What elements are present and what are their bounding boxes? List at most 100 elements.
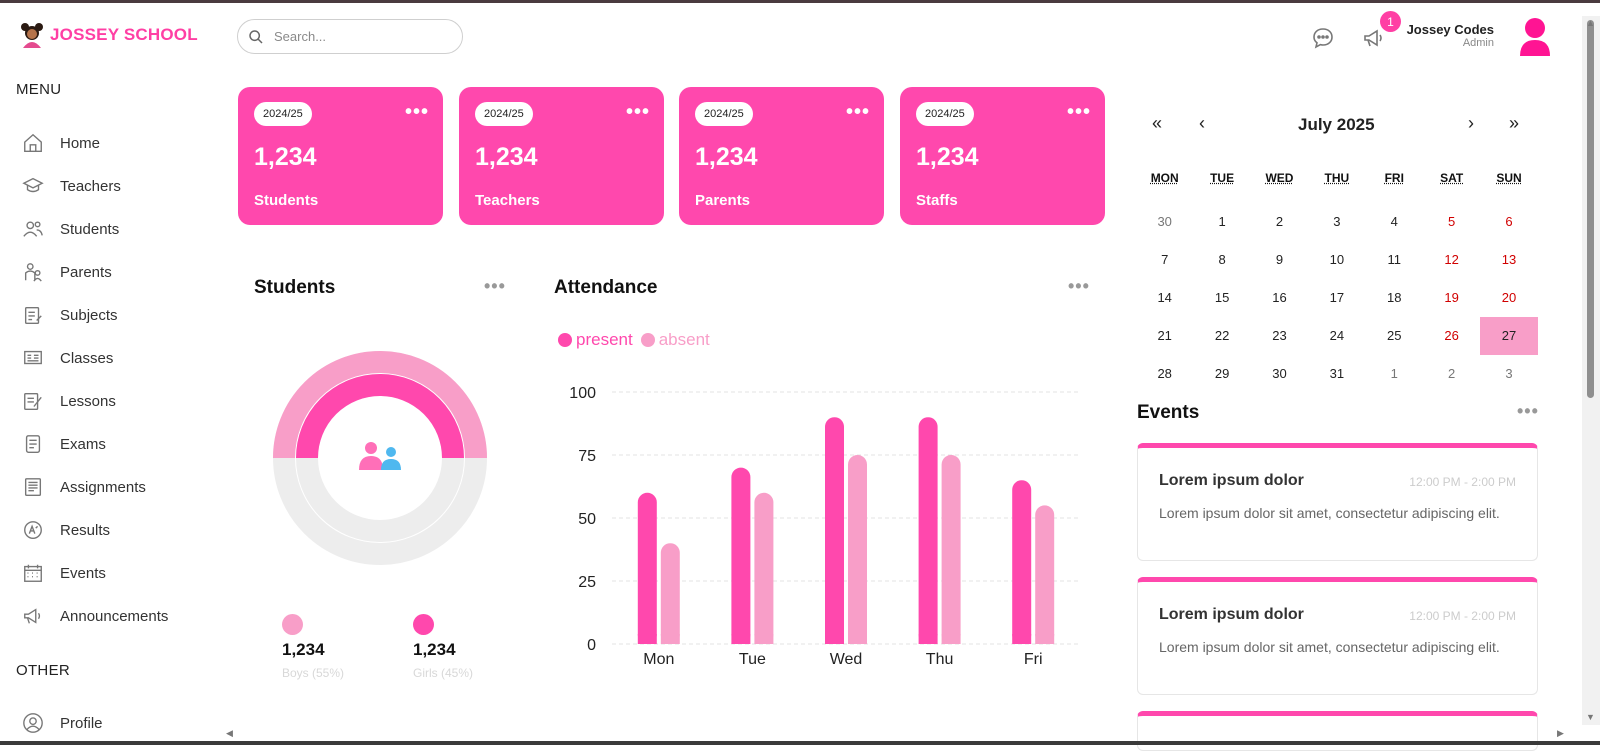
calendar-day[interactable]: 17 xyxy=(1308,279,1365,317)
calendar-day[interactable]: 21 xyxy=(1136,317,1193,355)
calendar-day[interactable]: 2 xyxy=(1251,203,1308,241)
next-month-button[interactable]: › xyxy=(1468,113,1474,134)
bar-absent-fri[interactable] xyxy=(1035,505,1054,644)
more-options-icon[interactable]: ••• xyxy=(405,101,429,124)
bar-present-fri[interactable] xyxy=(1012,480,1031,644)
calendar-day[interactable]: 12 xyxy=(1423,241,1480,279)
announcements-button[interactable] xyxy=(1362,26,1386,55)
scroll-up-arrow-icon[interactable]: ▲ xyxy=(1586,18,1595,28)
calendar-day[interactable]: 20 xyxy=(1480,279,1537,317)
calendar-day[interactable]: 23 xyxy=(1251,317,1308,355)
calendar-day[interactable]: 11 xyxy=(1366,241,1423,279)
calendar-day[interactable]: 1 xyxy=(1366,355,1423,393)
calendar-day[interactable]: 30 xyxy=(1251,355,1308,393)
sidebar-item-label: Students xyxy=(60,221,119,238)
event-title: Lorem ipsum dolor xyxy=(1159,472,1304,490)
calendar-month-label[interactable]: July 2025 xyxy=(1298,115,1375,135)
event-card[interactable]: Lorem ipsum dolor 12:00 PM - 2:00 PM Lor… xyxy=(1137,443,1538,561)
bar-base xyxy=(1012,634,1031,644)
scroll-left-arrow-icon[interactable]: ◀ xyxy=(226,728,233,739)
users-icon xyxy=(22,218,44,240)
calendar-day[interactable]: 15 xyxy=(1193,279,1250,317)
event-time: 12:00 PM - 2:00 PM xyxy=(1409,609,1516,623)
sidebar-item-assignments[interactable]: Assignments xyxy=(22,472,146,502)
calendar-day[interactable]: 28 xyxy=(1136,355,1193,393)
more-options-icon[interactable]: ••• xyxy=(626,101,650,124)
sidebar-item-exams[interactable]: Exams xyxy=(22,429,106,459)
more-options-icon[interactable]: ••• xyxy=(1067,101,1091,124)
calendar-day[interactable]: 10 xyxy=(1308,241,1365,279)
calendar-day[interactable]: 8 xyxy=(1193,241,1250,279)
prev-month-button[interactable]: ‹ xyxy=(1199,113,1205,134)
scroll-right-arrow-icon[interactable]: ▶ xyxy=(1557,728,1564,739)
bar-absent-wed[interactable] xyxy=(848,455,867,644)
boys-label: Boys (55%) xyxy=(282,666,344,680)
calendar-day[interactable]: 4 xyxy=(1366,203,1423,241)
scroll-down-arrow-icon[interactable]: ▼ xyxy=(1586,712,1595,722)
calendar-day[interactable]: 7 xyxy=(1136,241,1193,279)
calendar-icon xyxy=(22,562,44,584)
sidebar-item-parents[interactable]: Parents xyxy=(22,257,112,287)
sidebar-item-classes[interactable]: Classes xyxy=(22,343,113,373)
calendar-day[interactable]: 19 xyxy=(1423,279,1480,317)
sidebar-item-home[interactable]: Home xyxy=(22,128,100,158)
students-panel-title: Students xyxy=(254,277,335,299)
messages-button[interactable] xyxy=(1311,26,1335,55)
calendar-day[interactable]: 13 xyxy=(1480,241,1537,279)
prev-year-button[interactable]: « xyxy=(1152,113,1162,134)
stat-label: Students xyxy=(254,192,318,209)
bar-present-wed[interactable] xyxy=(825,417,844,644)
bar-absent-thu[interactable] xyxy=(942,455,961,644)
next-year-button[interactable]: » xyxy=(1509,113,1519,134)
calendar-day[interactable]: 29 xyxy=(1193,355,1250,393)
bar-base xyxy=(919,634,938,644)
bar-absent-tue[interactable] xyxy=(754,493,773,644)
sidebar-item-profile[interactable]: Profile xyxy=(22,708,103,738)
calendar-day[interactable]: 2 xyxy=(1423,355,1480,393)
calendar-day[interactable]: 18 xyxy=(1366,279,1423,317)
bar-absent-mon[interactable] xyxy=(661,543,680,644)
calendar-day[interactable]: 3 xyxy=(1480,355,1537,393)
bar-present-tue[interactable] xyxy=(731,468,750,644)
sidebar-item-results[interactable]: Results xyxy=(22,515,110,545)
bar-base xyxy=(825,634,844,644)
event-card-partial[interactable] xyxy=(1137,711,1538,751)
more-options-icon[interactable]: ••• xyxy=(1068,276,1090,297)
user-avatar[interactable] xyxy=(1518,16,1552,61)
bar-present-mon[interactable] xyxy=(638,493,657,644)
calendar-day[interactable]: 22 xyxy=(1193,317,1250,355)
search-bar[interactable] xyxy=(237,19,463,54)
sidebar-item-events[interactable]: Events xyxy=(22,558,106,588)
search-input[interactable] xyxy=(274,29,444,44)
calendar-day[interactable]: 27 xyxy=(1480,317,1537,355)
calendar-day[interactable]: 6 xyxy=(1480,203,1537,241)
sidebar-item-lessons[interactable]: Lessons xyxy=(22,386,116,416)
sidebar-item-students[interactable]: Students xyxy=(22,214,119,244)
logo-avatar-icon xyxy=(20,22,44,48)
bar-base xyxy=(754,634,773,644)
more-options-icon[interactable]: ••• xyxy=(846,101,870,124)
calendar-day[interactable]: 16 xyxy=(1251,279,1308,317)
calendar-day[interactable]: 30 xyxy=(1136,203,1193,241)
calendar-day[interactable]: 9 xyxy=(1251,241,1308,279)
brand-logo[interactable]: JOSSEY SCHOOL xyxy=(20,22,198,48)
event-card[interactable]: Lorem ipsum dolor 12:00 PM - 2:00 PM Lor… xyxy=(1137,577,1538,695)
bar-base xyxy=(638,634,657,644)
vertical-scrollbar-thumb[interactable] xyxy=(1587,20,1594,398)
calendar-day[interactable]: 1 xyxy=(1193,203,1250,241)
avatar-icon xyxy=(1518,16,1552,56)
calendar-day[interactable]: 31 xyxy=(1308,355,1365,393)
calendar-day[interactable]: 24 xyxy=(1308,317,1365,355)
calendar-day[interactable]: 25 xyxy=(1366,317,1423,355)
bar-base xyxy=(1035,634,1054,644)
sidebar-item-announcements[interactable]: Announcements xyxy=(22,601,168,631)
bar-present-thu[interactable] xyxy=(919,417,938,644)
sidebar-item-subjects[interactable]: Subjects xyxy=(22,300,118,330)
sidebar-item-teachers[interactable]: Teachers xyxy=(22,171,121,201)
calendar-day[interactable]: 14 xyxy=(1136,279,1193,317)
more-options-icon[interactable]: ••• xyxy=(1517,401,1539,422)
calendar-day[interactable]: 26 xyxy=(1423,317,1480,355)
more-options-icon[interactable]: ••• xyxy=(484,276,506,297)
calendar-day[interactable]: 3 xyxy=(1308,203,1365,241)
calendar-day[interactable]: 5 xyxy=(1423,203,1480,241)
